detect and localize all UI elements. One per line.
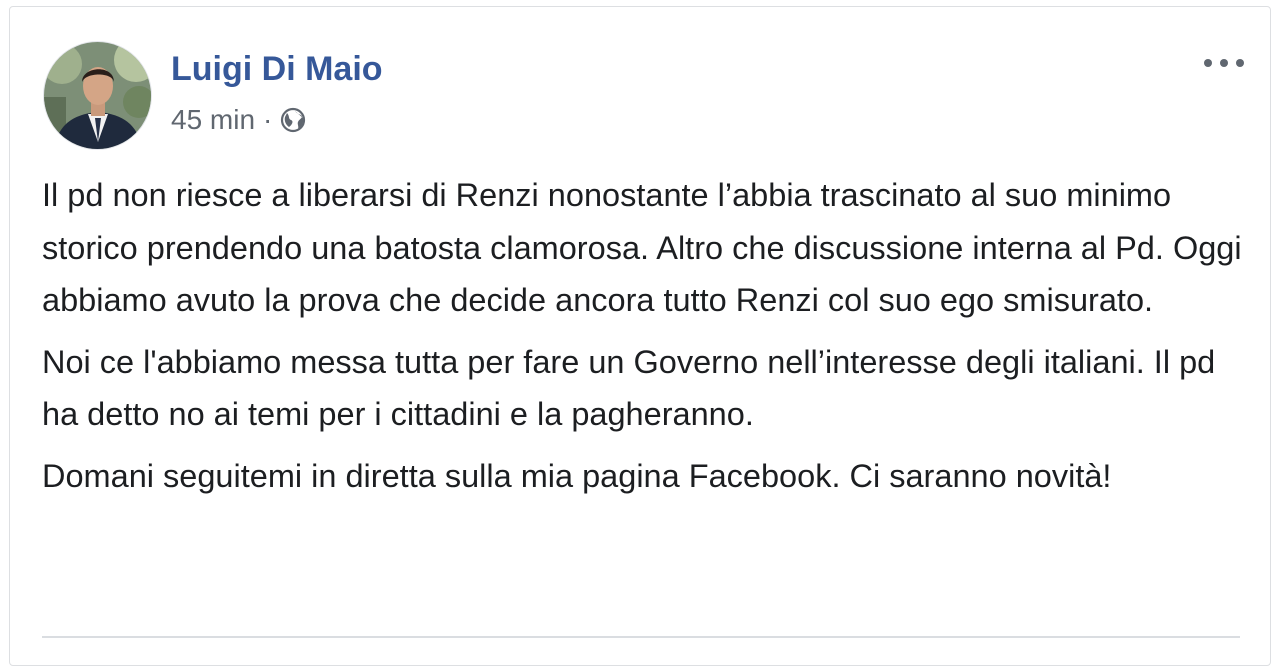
more-options-icon[interactable] [1204, 51, 1244, 75]
post-meta: 45 min · [171, 102, 306, 138]
divider [42, 636, 1240, 638]
post-paragraph: Domani seguitemi in diretta sulla mia pa… [42, 457, 1112, 494]
globe-icon[interactable] [280, 107, 306, 133]
meta-separator: · [263, 104, 273, 135]
author-avatar[interactable] [43, 41, 152, 150]
post-card: Luigi Di Maio 45 min · Il pd non riesce … [9, 6, 1271, 666]
more-dot [1236, 59, 1244, 67]
post-paragraph: Noi ce l'abbiamo messa tutta per fare un… [42, 343, 1216, 433]
avatar-photo [44, 42, 151, 149]
post-text: Il pd non riesce a liberarsi di Renzi no… [42, 169, 1242, 511]
post-timestamp[interactable]: 45 min [171, 104, 255, 136]
post-paragraph: Il pd non riesce a liberarsi di Renzi no… [42, 177, 1242, 318]
more-dot [1204, 59, 1212, 67]
author-name[interactable]: Luigi Di Maio [171, 49, 383, 89]
more-dot [1220, 59, 1228, 67]
